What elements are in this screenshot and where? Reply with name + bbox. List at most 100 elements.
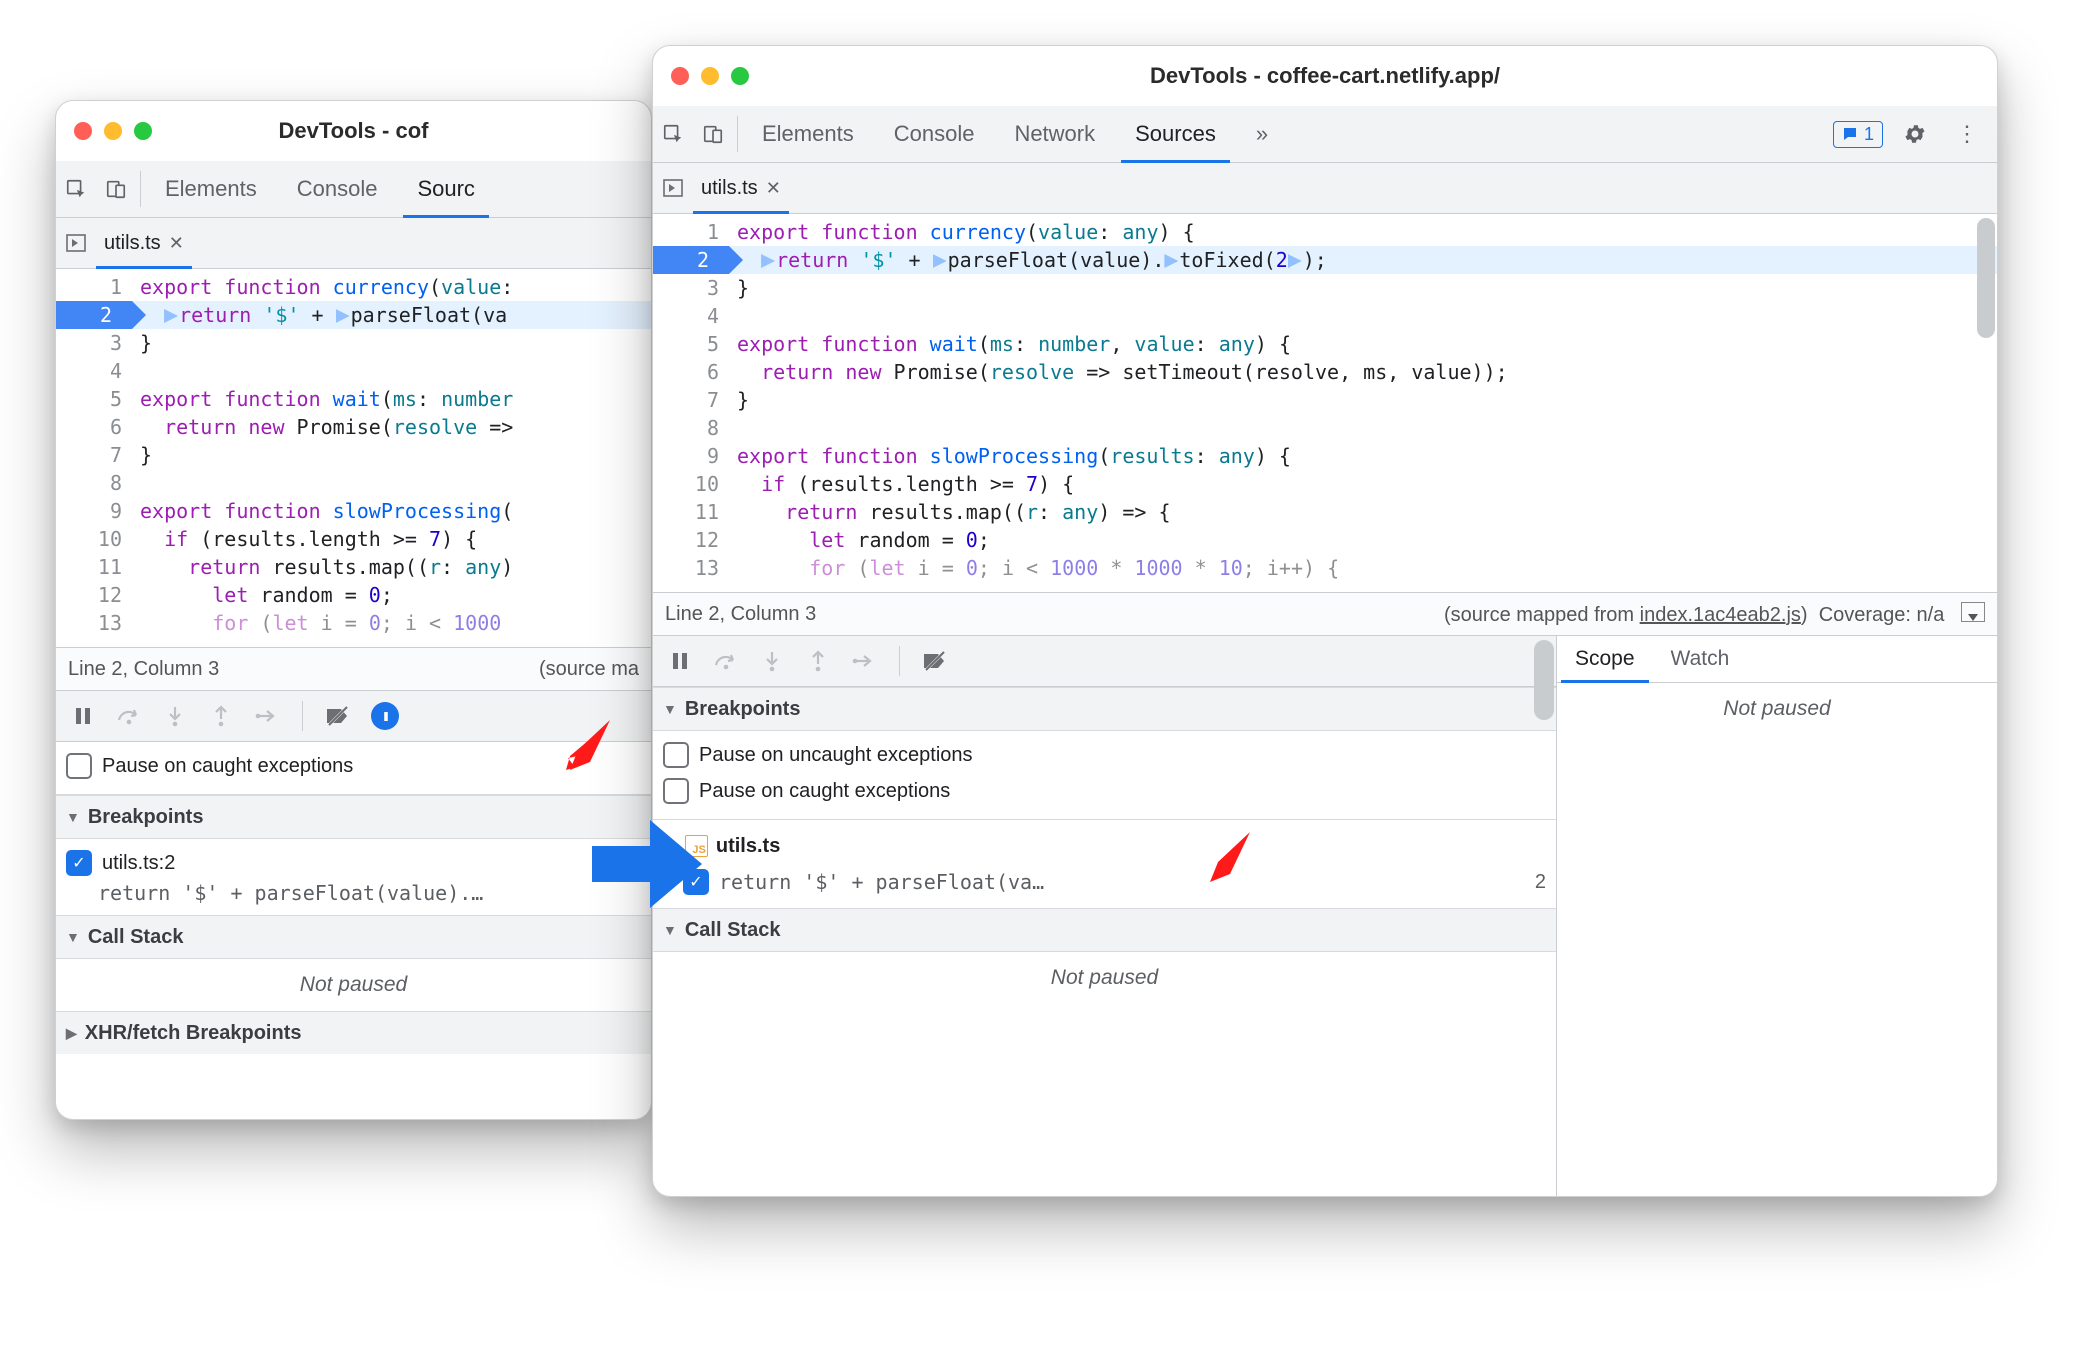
step-icon[interactable] (254, 703, 280, 729)
device-toolbar-icon[interactable] (96, 161, 136, 217)
close-window-icon[interactable] (671, 67, 689, 85)
callstack-section-header[interactable]: ▼ Call Stack (653, 908, 1556, 952)
xhr-breakpoints-section-header[interactable]: ▶ XHR/fetch Breakpoints (56, 1011, 651, 1054)
minimize-window-icon[interactable] (701, 67, 719, 85)
pause-icon[interactable] (70, 703, 96, 729)
annotation-red-arrow-left (560, 720, 612, 772)
scope-watch-tabs: Scope Watch (1557, 636, 1997, 683)
close-icon[interactable]: ✕ (766, 178, 781, 199)
maximize-window-icon[interactable] (731, 67, 749, 85)
code-area[interactable]: export function currency(value: return '… (132, 269, 651, 647)
pause-on-exceptions-icon[interactable]: II (371, 702, 399, 730)
breakpoints-section-header[interactable]: ▼ Breakpoints (56, 795, 651, 839)
step-icon[interactable] (851, 648, 877, 674)
chevron-down-icon: ▼ (663, 701, 677, 717)
inspect-element-icon[interactable] (653, 106, 693, 162)
show-navigator-icon[interactable] (66, 234, 86, 252)
checkbox-icon (663, 778, 689, 804)
chat-icon (1842, 126, 1858, 142)
code-area[interactable]: export function currency(value: any) { r… (729, 214, 1997, 592)
scrollbar-thumb[interactable] (1977, 218, 1995, 338)
tab-elements[interactable]: Elements (145, 161, 277, 217)
devtools-window-left: DevTools - cof Elements Console Sourc ut… (55, 100, 652, 1120)
step-into-icon[interactable] (759, 648, 785, 674)
close-icon[interactable]: ✕ (169, 233, 184, 254)
tab-console[interactable]: Console (874, 106, 995, 162)
issues-chip[interactable]: 1 (1833, 121, 1883, 148)
line-gutter[interactable]: 12345678910111213 (56, 269, 132, 647)
step-into-icon[interactable] (162, 703, 188, 729)
breakpoint-item[interactable]: ✓ utils.ts:2 (66, 845, 641, 881)
file-tab-utils-ts[interactable]: utils.ts ✕ (693, 163, 789, 213)
device-toolbar-icon[interactable] (693, 106, 733, 162)
titlebar[interactable]: DevTools - cof (56, 101, 651, 161)
source-map-info: (source mapped from index.1ac4eab2.js) C… (1444, 602, 1985, 627)
callstack-section-header[interactable]: ▼ Call Stack (56, 915, 651, 959)
window-title: DevTools - coffee-cart.netlify.app/ (653, 63, 1997, 89)
show-navigator-icon[interactable] (663, 179, 683, 197)
source-map-link[interactable]: index.1ac4eab2.js (1640, 604, 1801, 626)
checkbox-icon: ✓ (66, 850, 92, 876)
pause-icon[interactable] (667, 648, 693, 674)
titlebar[interactable]: DevTools - coffee-cart.netlify.app/ (653, 46, 1997, 106)
breakpoint-file-row[interactable]: ▼ JS utils.ts (663, 828, 1546, 864)
coverage-info: Coverage: n/a (1819, 604, 1945, 626)
step-over-icon[interactable] (713, 648, 739, 674)
deactivate-breakpoints-icon[interactable] (325, 703, 351, 729)
debugger-toolbar (653, 636, 1556, 687)
tab-scope[interactable]: Scope (1557, 636, 1653, 682)
deactivate-breakpoints-icon[interactable] (922, 648, 948, 674)
section-title: Call Stack (685, 919, 781, 942)
breakpoint-item[interactable]: ✓ return '$' + parseFloat(va… 2 (663, 864, 1546, 900)
line-gutter[interactable]: 12345678910111213 (653, 214, 729, 592)
tab-console[interactable]: Console (277, 161, 398, 217)
code-editor[interactable]: 12345678910111213 export function curren… (56, 269, 651, 647)
chevron-right-icon: ▶ (66, 1025, 77, 1042)
section-title: Call Stack (88, 926, 184, 949)
minimize-window-icon[interactable] (104, 122, 122, 140)
tab-elements[interactable]: Elements (742, 106, 874, 162)
tab-watch[interactable]: Watch (1653, 636, 1748, 682)
step-out-icon[interactable] (805, 648, 831, 674)
chevron-down-icon: ▼ (66, 809, 80, 825)
panel-tabs: Elements Console Sourc (56, 161, 651, 218)
editor-status-bar: Line 2, Column 3 (source ma (56, 647, 651, 691)
more-tabs-icon[interactable]: » (1236, 106, 1288, 162)
status-text: (source mapped from (1444, 604, 1640, 626)
pause-on-uncaught-checkbox[interactable]: Pause on uncaught exceptions (663, 737, 1546, 773)
close-window-icon[interactable] (74, 122, 92, 140)
breakpoint-file-name: utils.ts (716, 835, 780, 858)
pause-on-caught-checkbox[interactable]: Pause on caught exceptions (66, 748, 641, 784)
debugger-sidebar-left: ▼ Breakpoints Pause on uncaught exceptio… (653, 636, 1557, 1196)
inspect-element-icon[interactable] (56, 161, 96, 217)
jump-to-bottom-icon[interactable] (1961, 602, 1985, 622)
source-map-info: (source ma (539, 658, 639, 681)
breakpoints-section-header[interactable]: ▼ Breakpoints (653, 687, 1556, 731)
pause-on-caught-checkbox[interactable]: Pause on caught exceptions (663, 773, 1546, 809)
checkbox-label: Pause on uncaught exceptions (699, 744, 973, 767)
debugger-sidebar-right: Scope Watch Not paused (1557, 636, 1997, 1196)
tab-sources[interactable]: Sources (1115, 106, 1236, 162)
panel-tabs: Elements Console Network Sources » 1 ⋮ (653, 106, 1997, 163)
checkbox-label: Pause on caught exceptions (102, 755, 353, 778)
file-tab-utils-ts[interactable]: utils.ts ✕ (96, 218, 192, 268)
scrollbar[interactable] (1534, 640, 1554, 1192)
checkbox-icon (663, 742, 689, 768)
code-editor[interactable]: 12345678910111213 export function curren… (653, 214, 1997, 592)
devtools-window-right: DevTools - coffee-cart.netlify.app/ Elem… (652, 45, 1998, 1197)
issues-count: 1 (1864, 124, 1874, 145)
tab-sources[interactable]: Sourc (397, 161, 494, 217)
step-over-icon[interactable] (116, 703, 142, 729)
cursor-position: Line 2, Column 3 (665, 603, 816, 626)
checkbox-label: Pause on caught exceptions (699, 780, 950, 803)
chevron-down-icon: ▼ (663, 922, 677, 938)
step-out-icon[interactable] (208, 703, 234, 729)
annotation-blue-arrow (592, 820, 702, 908)
annotation-red-arrow-right (1200, 832, 1252, 884)
scrollbar-thumb[interactable] (1534, 640, 1554, 720)
kebab-menu-icon[interactable]: ⋮ (1947, 121, 1987, 147)
breakpoint-code: return '$' + parseFloat(value).… (66, 881, 641, 905)
maximize-window-icon[interactable] (134, 122, 152, 140)
tab-network[interactable]: Network (994, 106, 1115, 162)
settings-icon[interactable] (1895, 122, 1935, 146)
